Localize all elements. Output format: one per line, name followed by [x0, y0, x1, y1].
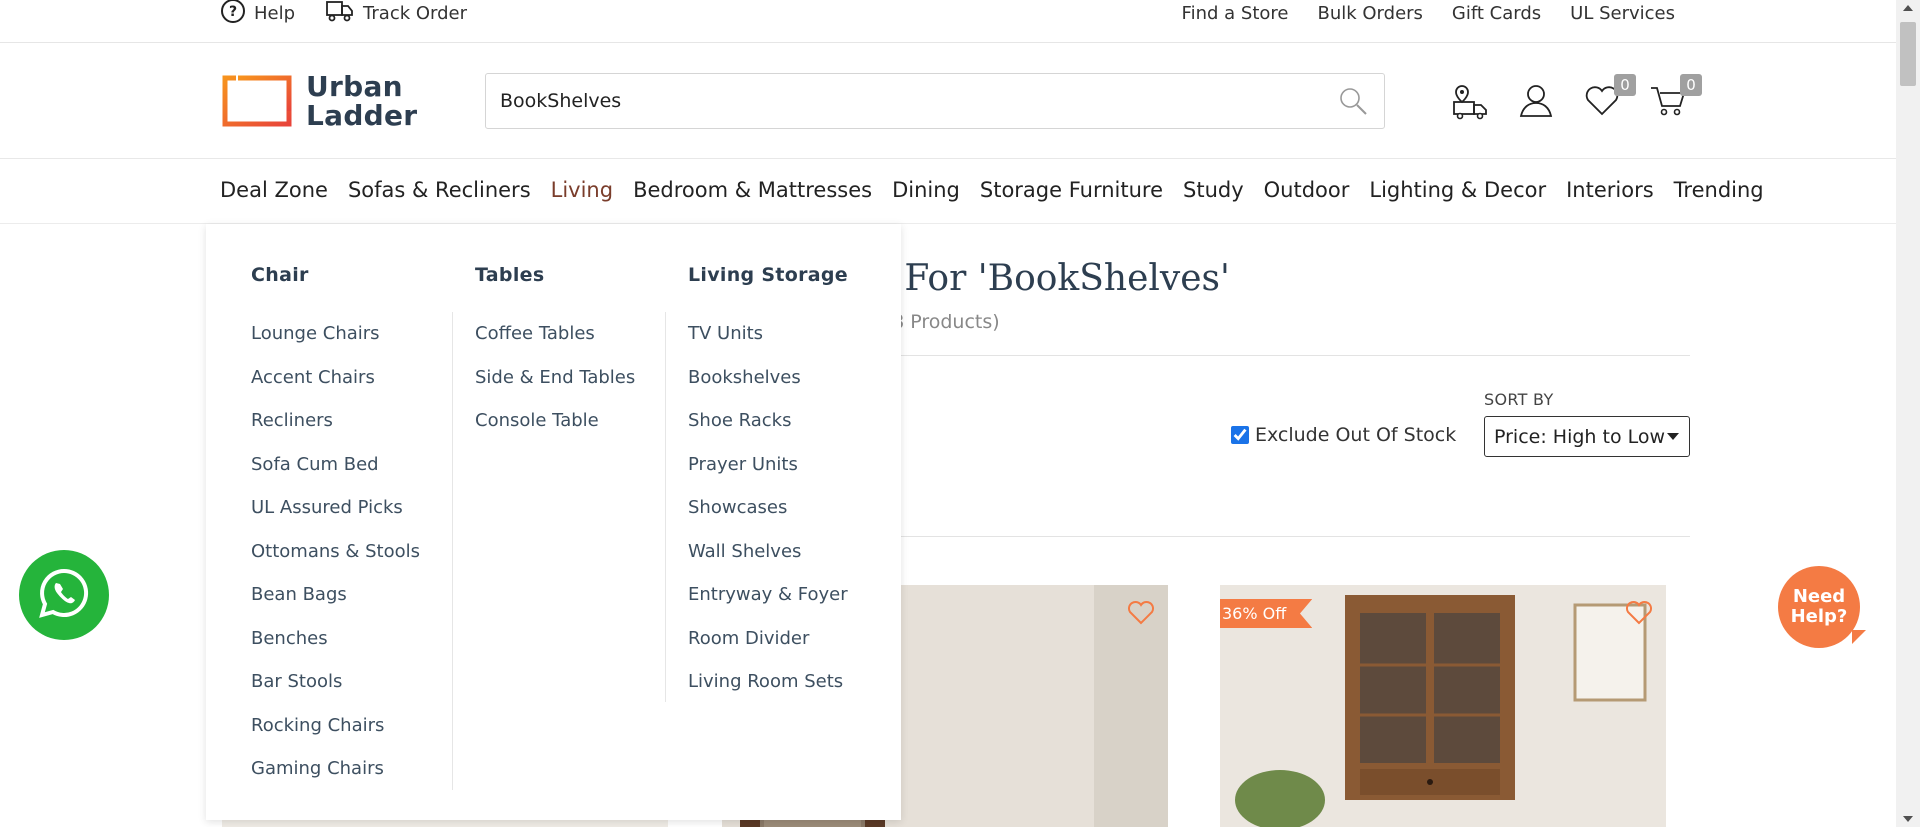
caret-down-icon: [1667, 433, 1679, 440]
menu-item-ul-assured-picks[interactable]: UL Assured Picks: [251, 497, 420, 541]
scroll-down-arrow-icon[interactable]: [1903, 816, 1913, 822]
top-left-links: ? Help Track Order: [220, 0, 467, 26]
exclude-out-of-stock[interactable]: Exclude Out Of Stock: [1231, 424, 1456, 446]
track-order-link[interactable]: Track Order: [325, 0, 467, 29]
menu-item-wall-shelves[interactable]: Wall Shelves: [688, 541, 848, 585]
page-scrollbar[interactable]: [1896, 0, 1920, 827]
menu-item-side-end-tables[interactable]: Side & End Tables: [475, 367, 635, 411]
nav-interiors[interactable]: Interiors: [1566, 178, 1654, 202]
nav-study[interactable]: Study: [1183, 178, 1244, 202]
account-button[interactable]: [1516, 80, 1556, 120]
menu-column-heading[interactable]: Living Storage: [688, 264, 848, 286]
menu-item-console-table[interactable]: Console Table: [475, 410, 635, 454]
scroll-up-arrow-icon[interactable]: [1903, 5, 1913, 11]
menu-column-divider: [665, 312, 666, 702]
sort-by-value: Price: High to Low: [1494, 425, 1666, 448]
results-title: ts For 'BookShelves': [860, 258, 1230, 299]
menu-item-living-room-sets[interactable]: Living Room Sets: [688, 671, 848, 715]
wishlist-button[interactable]: 0: [1582, 74, 1636, 120]
menu-item-prayer-units[interactable]: Prayer Units: [688, 454, 848, 498]
menu-item-coffee-tables[interactable]: Coffee Tables: [475, 323, 635, 367]
nav-deal-zone[interactable]: Deal Zone: [220, 178, 328, 202]
search-box: [485, 73, 1385, 129]
location-truck-icon: [1450, 85, 1490, 124]
bulk-orders-link[interactable]: Bulk Orders: [1317, 3, 1422, 24]
nav-sofas-recliners[interactable]: Sofas & Recliners: [348, 178, 531, 202]
product-card[interactable]: 36% Off: [1220, 585, 1666, 827]
menu-item-shoe-racks[interactable]: Shoe Racks: [688, 410, 848, 454]
menu-item-rocking-chairs[interactable]: Rocking Chairs: [251, 715, 420, 759]
wishlist-heart-icon[interactable]: [1126, 598, 1156, 630]
help-icon: ?: [220, 0, 246, 29]
whatsapp-button[interactable]: [19, 550, 109, 640]
main-navigation: Deal Zone Sofas & Recliners Living Bedro…: [0, 160, 1896, 224]
menu-item-entryway-foyer[interactable]: Entryway & Foyer: [688, 584, 848, 628]
find-store-link[interactable]: Find a Store: [1182, 3, 1289, 24]
need-help-button[interactable]: Need Help?: [1778, 566, 1866, 648]
cart-icon: [1648, 87, 1688, 124]
menu-item-tv-units[interactable]: TV Units: [688, 323, 848, 367]
truck-icon: [325, 0, 355, 29]
nav-trending[interactable]: Trending: [1674, 178, 1764, 202]
nav-lighting-decor[interactable]: Lighting & Decor: [1369, 178, 1546, 202]
header-actions: 0 0: [1450, 74, 1702, 120]
wishlist-heart-icon[interactable]: [1624, 598, 1654, 630]
heart-icon: [1582, 86, 1622, 124]
gift-cards-link[interactable]: Gift Cards: [1452, 3, 1541, 24]
logo-line-2: Ladder: [306, 99, 418, 132]
menu-item-ottomans-stools[interactable]: Ottomans & Stools: [251, 541, 420, 585]
site-header: Urban Ladder 0: [0, 44, 1896, 159]
top-utility-bar: ? Help Track Order Find a Store Bulk Ord…: [0, 0, 1896, 43]
divider: [860, 355, 1690, 356]
track-order-label: Track Order: [363, 2, 468, 24]
menu-item-bookshelves[interactable]: Bookshelves: [688, 367, 848, 411]
logo-mark-icon: [222, 75, 292, 127]
cart-count-badge: 0: [1680, 74, 1702, 96]
discount-tag: 36% Off: [1220, 599, 1313, 628]
scrollbar-thumb[interactable]: [1900, 22, 1916, 86]
nav-living[interactable]: Living: [551, 178, 613, 202]
exclude-out-of-stock-label: Exclude Out Of Stock: [1255, 424, 1457, 446]
living-mega-menu: Chair Lounge Chairs Accent Chairs Reclin…: [206, 224, 901, 820]
menu-column-heading[interactable]: Chair: [251, 264, 309, 286]
menu-item-recliners[interactable]: Recliners: [251, 410, 420, 454]
menu-item-accent-chairs[interactable]: Accent Chairs: [251, 367, 420, 411]
cart-button[interactable]: 0: [1648, 74, 1702, 120]
menu-item-bar-stools[interactable]: Bar Stools: [251, 671, 420, 715]
wishlist-count-badge: 0: [1614, 74, 1636, 96]
urban-ladder-logo[interactable]: Urban Ladder: [222, 72, 417, 130]
exclude-out-of-stock-checkbox[interactable]: [1231, 426, 1249, 444]
help-label: Help: [254, 2, 296, 24]
sort-by-label: SORT BY: [1484, 390, 1554, 409]
sort-by-select[interactable]: Price: High to Low: [1484, 416, 1690, 457]
menu-item-room-divider[interactable]: Room Divider: [688, 628, 848, 672]
menu-item-bean-bags[interactable]: Bean Bags: [251, 584, 420, 628]
svg-text:?: ?: [229, 4, 237, 20]
menu-column-heading[interactable]: Tables: [475, 264, 544, 286]
menu-item-sofa-cum-bed[interactable]: Sofa Cum Bed: [251, 454, 420, 498]
menu-column-divider: [452, 312, 453, 790]
search-input[interactable]: [500, 86, 1320, 116]
menu-item-lounge-chairs[interactable]: Lounge Chairs: [251, 323, 420, 367]
menu-item-showcases[interactable]: Showcases: [688, 497, 848, 541]
menu-item-gaming-chairs[interactable]: Gaming Chairs: [251, 758, 420, 802]
help-link[interactable]: ? Help: [220, 0, 295, 29]
menu-item-benches[interactable]: Benches: [251, 628, 420, 672]
nav-bedroom-mattresses[interactable]: Bedroom & Mattresses: [633, 178, 872, 202]
top-right-links: Find a Store Bulk Orders Gift Cards UL S…: [1182, 0, 1675, 26]
whatsapp-icon: [37, 566, 91, 624]
nav-storage-furniture[interactable]: Storage Furniture: [980, 178, 1163, 202]
ul-services-link[interactable]: UL Services: [1570, 3, 1675, 24]
logo-line-1: Urban: [306, 70, 403, 103]
divider: [860, 536, 1690, 537]
user-icon: [1516, 85, 1556, 124]
store-locator-button[interactable]: [1450, 80, 1490, 120]
search-icon[interactable]: [1338, 86, 1368, 120]
nav-dining[interactable]: Dining: [892, 178, 960, 202]
logo-text: Urban Ladder: [306, 72, 417, 130]
nav-outdoor[interactable]: Outdoor: [1264, 178, 1350, 202]
